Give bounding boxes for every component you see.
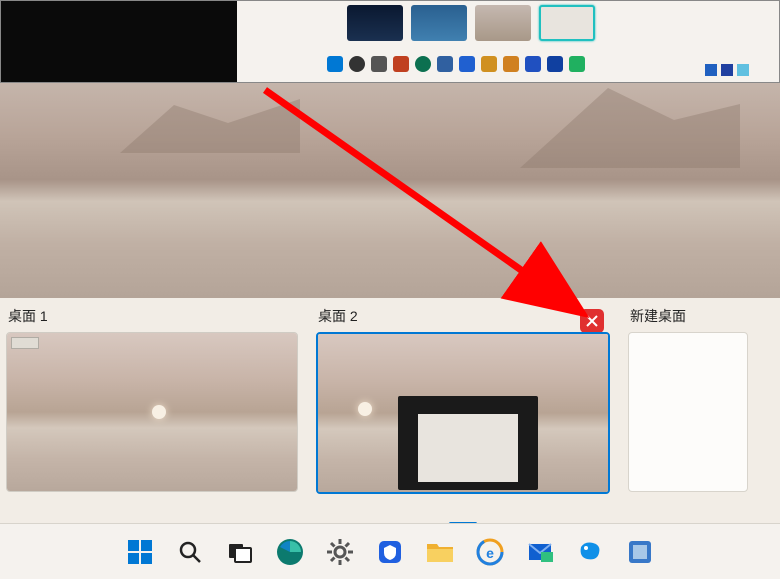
mini-thumb-1 — [347, 5, 403, 41]
search-icon — [177, 539, 203, 565]
thumb-mini-window — [11, 337, 39, 349]
mini-icon-6 — [437, 56, 453, 72]
folder-icon — [425, 538, 455, 566]
mini-thumb-4-selected — [539, 5, 595, 41]
mail-button[interactable] — [524, 536, 556, 568]
close-icon — [585, 314, 599, 328]
new-desktop-item[interactable]: 新建桌面 — [628, 306, 748, 515]
mini-search-icon — [349, 56, 365, 72]
wallpaper-sun — [358, 402, 372, 416]
settings-icon — [325, 537, 355, 567]
desktop-1-thumbnail[interactable] — [6, 332, 298, 492]
thumb-open-window — [398, 396, 538, 490]
mini-icon-11 — [547, 56, 563, 72]
mini-tray-icon-2 — [721, 64, 733, 76]
mini-icon-10 — [525, 56, 541, 72]
app-button[interactable] — [624, 536, 656, 568]
bird-icon — [575, 537, 605, 567]
mini-icon-7 — [459, 56, 475, 72]
mini-edge-icon — [415, 56, 431, 72]
top-preview-black-area — [1, 1, 237, 83]
mini-tray-icon-3 — [737, 64, 749, 76]
task-view-icon — [226, 538, 254, 566]
wallpaper-sun — [152, 405, 166, 419]
start-button[interactable] — [124, 536, 156, 568]
close-desktop-button[interactable] — [580, 309, 604, 333]
virtual-desktops-tray: 桌面 1 桌面 2 新建桌面 — [0, 298, 780, 523]
desktop-2-item[interactable]: 桌面 2 — [316, 306, 610, 515]
desktop-wallpaper-background — [0, 83, 780, 298]
start-icon — [126, 538, 154, 566]
mini-app-icon — [393, 56, 409, 72]
edge-icon — [275, 537, 305, 567]
edge-button[interactable] — [274, 536, 306, 568]
desktop-1-label: 桌面 1 — [6, 306, 298, 326]
mini-icon-8 — [481, 56, 497, 72]
wallpaper-mountain — [520, 88, 740, 168]
mail-icon — [525, 538, 555, 566]
svg-text:e: e — [486, 545, 494, 561]
security-button[interactable] — [374, 536, 406, 568]
mini-thumb-2 — [411, 5, 467, 41]
settings-button[interactable] — [324, 536, 356, 568]
wallpaper-mountain — [120, 93, 300, 153]
desktop-2-label: 桌面 2 — [316, 306, 610, 326]
top-preview-window — [0, 0, 780, 83]
taskbar: e — [0, 523, 780, 579]
mini-preview-desktop — [237, 1, 779, 83]
ie-button[interactable]: e — [474, 536, 506, 568]
mini-icon-12 — [569, 56, 585, 72]
ie-icon: e — [475, 537, 505, 567]
shield-icon — [375, 537, 405, 567]
task-view-button[interactable] — [224, 536, 256, 568]
desktop-1-item[interactable]: 桌面 1 — [6, 306, 298, 515]
mini-start-icon — [327, 56, 343, 72]
mini-tray-icon-1 — [705, 64, 717, 76]
new-desktop-thumbnail[interactable] — [628, 332, 748, 492]
search-button[interactable] — [174, 536, 206, 568]
mini-icon-9 — [503, 56, 519, 72]
file-explorer-button[interactable] — [424, 536, 456, 568]
new-desktop-label: 新建桌面 — [628, 306, 748, 326]
chat-button[interactable] — [574, 536, 606, 568]
mini-taskview-icon — [371, 56, 387, 72]
desktop-2-thumbnail[interactable] — [316, 332, 610, 494]
mini-thumb-3 — [475, 5, 531, 41]
app-icon — [625, 537, 655, 567]
